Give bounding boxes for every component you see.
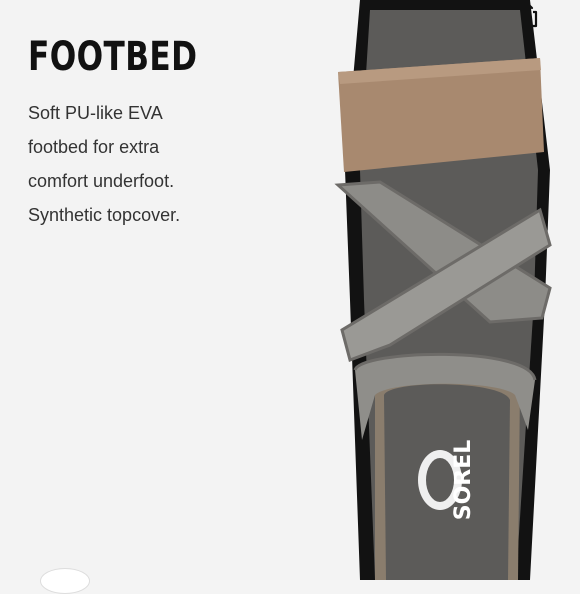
description-line: Synthetic topcover.	[28, 205, 181, 225]
sandal-image: SOREL	[334, 0, 552, 580]
feature-description: Soft PU-like EVA footbed for extra comfo…	[28, 96, 268, 232]
floating-badge[interactable]	[40, 568, 90, 594]
description-line: comfort underfoot.	[28, 171, 175, 191]
feature-title: FOOTBED	[28, 34, 198, 80]
description-line: Soft PU-like EVA	[28, 103, 163, 123]
description-line: footbed for extra	[28, 137, 160, 157]
product-feature-panel: FOOTBED Soft PU-like EVA footbed for ext…	[0, 0, 580, 594]
